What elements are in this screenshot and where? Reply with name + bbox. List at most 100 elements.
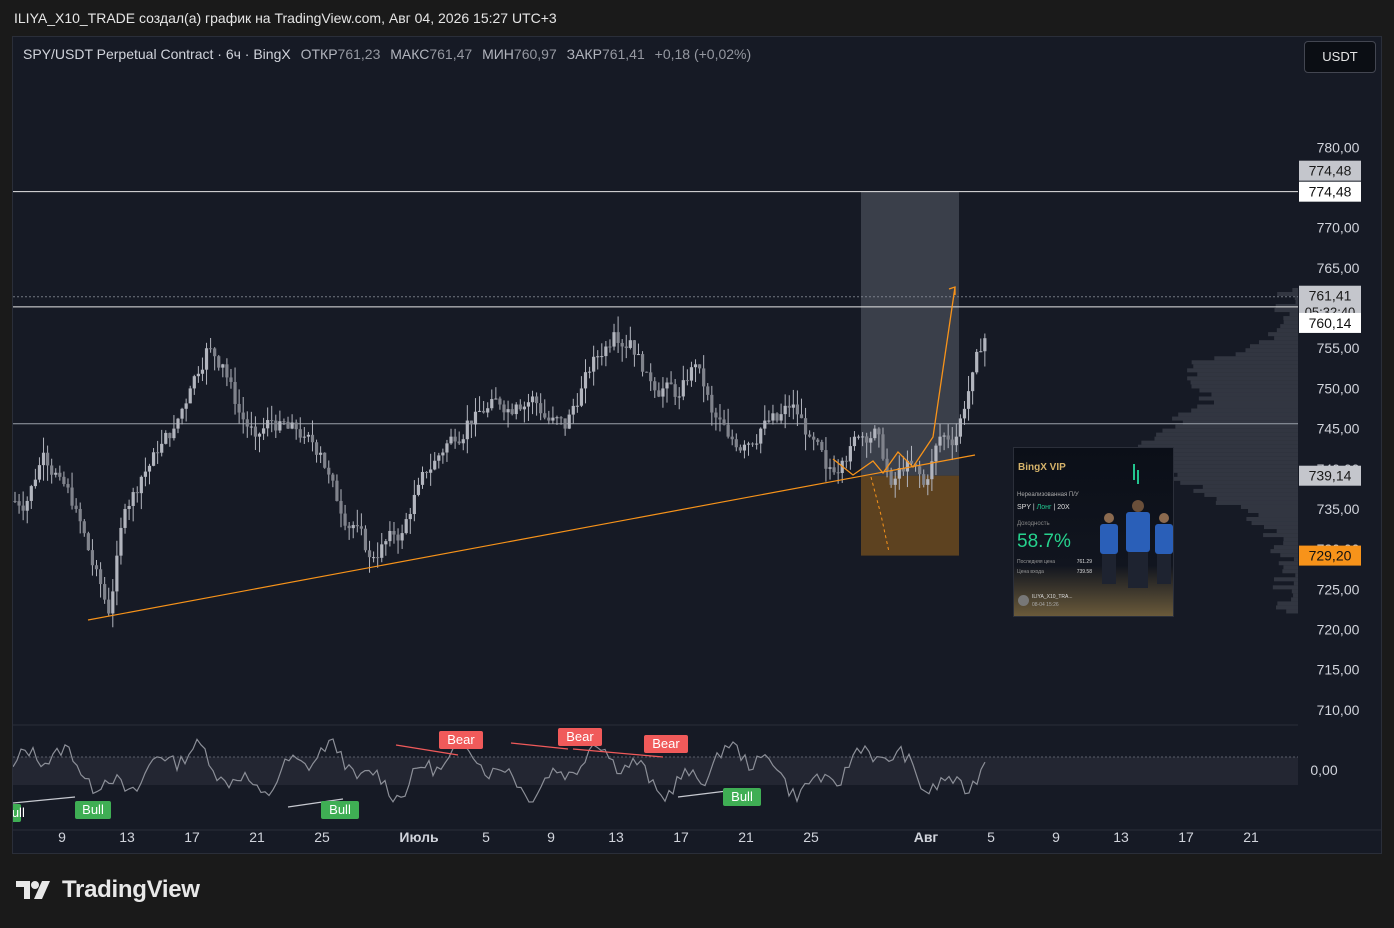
candle-body [551, 418, 554, 421]
candle-body [490, 399, 493, 408]
candle-body [494, 399, 497, 400]
pnl-card-date: 08-04 15:26 [1032, 602, 1059, 608]
candle-body [947, 435, 950, 439]
candle-body [323, 453, 326, 468]
candle-body [641, 354, 644, 372]
price-tick-label: 765,00 [1317, 260, 1360, 276]
volume-profile-bar [1214, 400, 1298, 404]
candle-body [291, 422, 294, 428]
candle-body [861, 436, 864, 437]
time-tick-label: 9 [547, 829, 555, 845]
currency-button[interactable]: USDT [1304, 41, 1376, 73]
candle-body [429, 469, 432, 472]
divergence-label-bull: Bull [723, 788, 761, 806]
volume-profile-bar [1276, 304, 1298, 308]
candle-body [478, 411, 481, 412]
candle-body [343, 514, 346, 526]
tradingview-logo[interactable]: TradingView [16, 876, 200, 904]
user-avatar [1018, 595, 1029, 606]
volume-profile-bar [1291, 597, 1298, 601]
divergence-label-bull: Bull [321, 801, 359, 819]
volume-profile-bar [1236, 352, 1298, 356]
volume-profile-bar [1280, 553, 1298, 557]
candle-body [303, 437, 306, 438]
candle-body [185, 403, 188, 408]
chart-frame[interactable]: BullBullBullBullBearBearBear780,00775,00… [12, 36, 1382, 854]
team-image [1014, 448, 1174, 617]
candle-body [649, 372, 652, 381]
candle-body [392, 531, 395, 535]
volume-profile-bar [1286, 609, 1298, 613]
candle-body [107, 600, 110, 614]
candle-body [140, 477, 143, 493]
candle-body [115, 556, 118, 592]
divergence-label-text: Bull [82, 802, 104, 817]
volume-profile-bar [1153, 469, 1298, 473]
divergence-label-bull: Bull [75, 801, 111, 819]
price-tick-label: 745,00 [1317, 421, 1360, 437]
candle-body [857, 437, 860, 438]
candle-body [401, 533, 404, 540]
candle-body [963, 409, 966, 419]
candle-body [971, 372, 974, 391]
candle-body [462, 439, 465, 443]
candle-body [54, 473, 57, 475]
price-badge-text: 774,48 [1309, 184, 1352, 200]
price-chart[interactable]: BullBullBullBullBearBearBear780,00775,00… [13, 37, 1382, 854]
candle-body [975, 352, 978, 372]
candle-body [254, 427, 257, 437]
time-tick-label: 5 [482, 829, 490, 845]
candle-body [714, 413, 717, 418]
price-badge: 774,48 [1299, 161, 1361, 181]
volume-profile-bar [1268, 332, 1298, 336]
volume-profile-bar [1245, 348, 1298, 352]
candle-body [771, 413, 774, 420]
candle-body [820, 442, 823, 450]
candle-body [523, 407, 526, 410]
candle-body [213, 348, 216, 356]
open-value: 761,23 [338, 46, 381, 62]
candle-body [511, 409, 514, 414]
candle-body [653, 381, 656, 390]
candle-body [87, 533, 90, 550]
volume-profile-bar [1292, 288, 1298, 292]
candle-body [808, 435, 811, 437]
candle-body [832, 467, 835, 472]
candle-body [384, 541, 387, 544]
volume-profile-bar [1263, 533, 1298, 537]
volume-profile-bar [1199, 388, 1298, 392]
open-label: ОТКР [301, 46, 338, 62]
candle-body [34, 480, 37, 486]
volume-profile-bar [1274, 545, 1298, 549]
price-badge: 760,14 [1299, 313, 1361, 333]
volume-profile-bar [1154, 437, 1298, 441]
candle-body [531, 396, 534, 402]
volume-profile-bar [1156, 433, 1298, 437]
candle-body [894, 479, 897, 485]
candle-body [409, 514, 412, 519]
price-tick-label: 725,00 [1317, 581, 1360, 597]
change-value: +0,18 (+0,02%) [655, 46, 752, 62]
price-tick-label: 735,00 [1317, 501, 1360, 517]
volume-profile-bar [1294, 581, 1298, 585]
candle-body [62, 477, 65, 484]
candle-body [454, 437, 457, 442]
volume-profile-bar [1162, 429, 1298, 433]
volume-profile-bar [1295, 573, 1298, 577]
candle-body [396, 535, 399, 541]
symbol-name[interactable]: SPY/USDT Perpetual Contract · 6ч · BingX [23, 46, 291, 62]
candle-body [250, 427, 253, 428]
candle-body [796, 405, 799, 415]
volume-profile-bar [1197, 372, 1298, 376]
candle-body [849, 446, 852, 461]
candle-body [930, 461, 933, 479]
candle-body [372, 557, 375, 558]
candle-body [759, 429, 762, 444]
price-badge: 729,20 [1299, 546, 1361, 566]
volume-profile-bar [1178, 413, 1298, 417]
candle-body [286, 422, 289, 429]
volume-profile-bar [1191, 409, 1298, 413]
time-tick-label: 25 [314, 829, 330, 845]
candle-body [596, 356, 599, 357]
candle-body [103, 584, 106, 600]
